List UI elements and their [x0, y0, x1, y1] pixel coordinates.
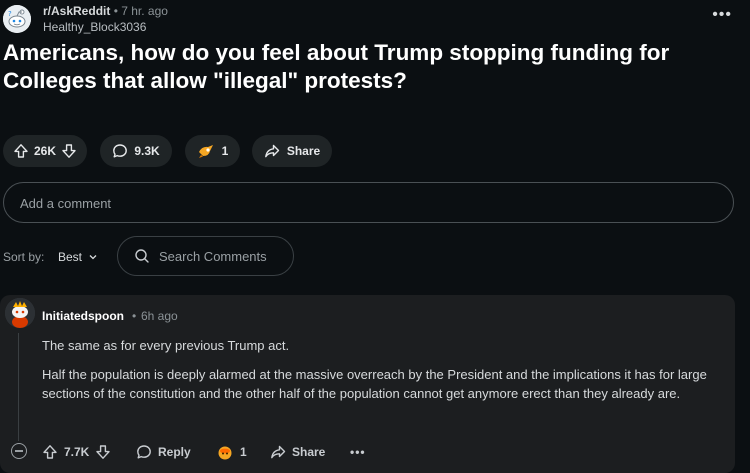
award-icon [198, 145, 213, 158]
svg-text:?: ? [8, 10, 12, 18]
avatar[interactable] [5, 298, 35, 328]
comment-paragraph: The same as for every previous Trump act… [42, 338, 290, 353]
share-label: Share [286, 144, 321, 158]
comment-award-count: 1 [240, 445, 247, 459]
upvote-icon[interactable] [13, 143, 29, 159]
sort-label: Sort by: [3, 250, 45, 264]
comments-button[interactable]: 9.3K [100, 135, 172, 167]
comment-meta-separator: • [132, 309, 137, 323]
comment-body: The same as for every previous Trump act… [42, 336, 732, 413]
post-author[interactable]: Healthy_Block3036 [43, 20, 146, 34]
comment-time: 6h ago [141, 309, 178, 323]
user-avatar-icon [5, 298, 35, 328]
comment-author[interactable]: Initiatedspoon [42, 309, 124, 323]
search-comments-placeholder: Search Comments [159, 249, 267, 264]
comment-count: 9.3K [134, 144, 160, 158]
subreddit-snoo-icon: ? [3, 5, 31, 33]
share-button[interactable]: Share [252, 135, 332, 167]
comment-vote-control: 7.7K [42, 441, 111, 463]
comment-award-button[interactable]: 1 [216, 441, 247, 463]
sort-dropdown[interactable]: Best [58, 250, 98, 264]
upvote-icon[interactable] [42, 444, 58, 460]
subreddit-link[interactable]: r/AskReddit [43, 4, 110, 18]
add-comment-placeholder: Add a comment [20, 196, 112, 211]
award-button[interactable]: 1 [185, 135, 240, 167]
post-meta: r/AskReddit • 7 hr. ago [43, 4, 168, 18]
downvote-icon[interactable] [95, 444, 111, 460]
share-icon [271, 445, 286, 459]
search-icon [134, 248, 150, 269]
share-icon [264, 144, 280, 158]
comment-vote-count: 7.7K [64, 445, 90, 459]
comment-icon [137, 445, 151, 459]
comment-share-button[interactable]: Share [270, 441, 325, 463]
collapse-icon[interactable] [11, 443, 27, 459]
vote-control: 26K [3, 135, 87, 167]
vote-count: 26K [33, 144, 56, 158]
comment-share-label: Share [292, 445, 326, 459]
more-icon[interactable]: ••• [350, 441, 366, 463]
meta-separator: • [113, 4, 118, 18]
chevron-down-icon [89, 255, 97, 260]
reply-button[interactable]: Reply [136, 441, 191, 463]
more-options-button[interactable]: ••• [712, 6, 732, 24]
reply-label: Reply [158, 445, 191, 459]
add-comment-input[interactable] [3, 182, 734, 223]
award-icon [218, 446, 232, 460]
downvote-icon[interactable] [61, 143, 77, 159]
comment-paragraph: Half the population is deeply alarmed at… [42, 366, 707, 402]
post-time: 7 hr. ago [121, 4, 168, 18]
post-title: Americans, how do you feel about Trump s… [3, 40, 670, 93]
award-count: 1 [221, 144, 229, 158]
thread-line[interactable] [18, 333, 19, 441]
sort-value: Best [58, 250, 83, 264]
subreddit-avatar[interactable]: ? [3, 5, 31, 33]
comment-icon [113, 144, 128, 158]
